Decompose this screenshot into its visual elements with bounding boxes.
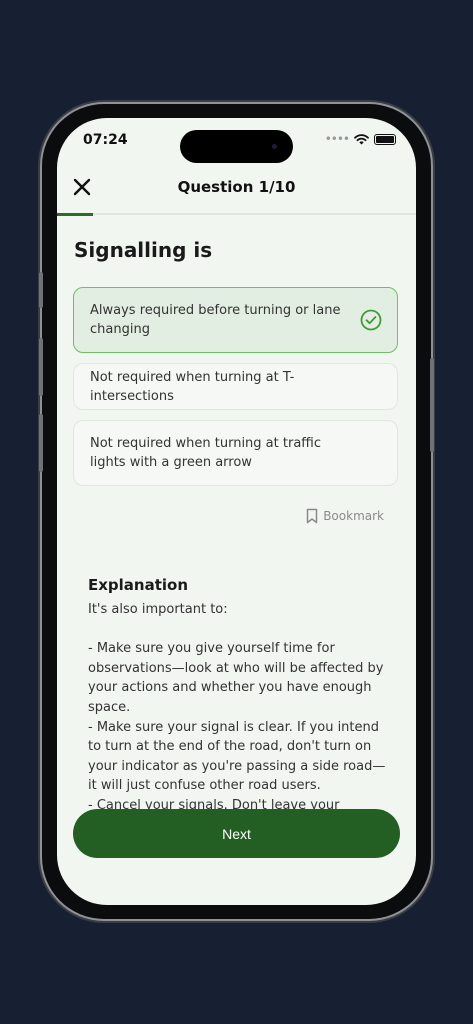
bookmark-icon: [306, 508, 318, 524]
answer-option-3[interactable]: Not required when turning at traffic lig…: [73, 420, 398, 486]
explanation-body: It's also important to: - Make sure you …: [88, 602, 386, 813]
dynamic-island: [180, 130, 293, 163]
volume-down-button: [39, 414, 43, 472]
progress-bar: [57, 213, 416, 216]
answer-option-2[interactable]: Not required when turning at T-intersect…: [73, 363, 398, 410]
quiz-header: Question 1/10: [57, 170, 416, 212]
wifi-icon: [354, 133, 369, 144]
bookmark-label: Bookmark: [323, 509, 384, 523]
silent-switch: [39, 272, 43, 308]
status-icons: ••••: [325, 132, 396, 146]
app-screen: 07:24 •••• Question 1/10 Signalling is A…: [57, 118, 416, 905]
answer-option-1[interactable]: Always required before turning or lane c…: [73, 287, 398, 353]
status-time: 07:24: [83, 132, 128, 148]
progress-fill: [57, 213, 93, 216]
volume-up-button: [39, 338, 43, 396]
answer-option-label: Always required before turning or lane c…: [90, 303, 341, 337]
next-button[interactable]: Next: [73, 809, 400, 858]
battery-icon: [374, 133, 396, 145]
answer-option-label: Not required when turning at T-intersect…: [90, 369, 295, 404]
power-button: [430, 358, 434, 452]
check-circle-icon: [360, 309, 382, 331]
answer-option-label: Not required when turning at traffic lig…: [90, 436, 321, 470]
question-counter: Question 1/10: [177, 178, 296, 196]
cellular-icon: ••••: [324, 132, 350, 146]
explanation-title: Explanation: [88, 576, 189, 594]
explanation-section: Explanation It's also important to: - Ma…: [88, 576, 388, 816]
question-text: Signalling is: [74, 238, 213, 262]
bookmark-button[interactable]: Bookmark: [306, 508, 384, 524]
